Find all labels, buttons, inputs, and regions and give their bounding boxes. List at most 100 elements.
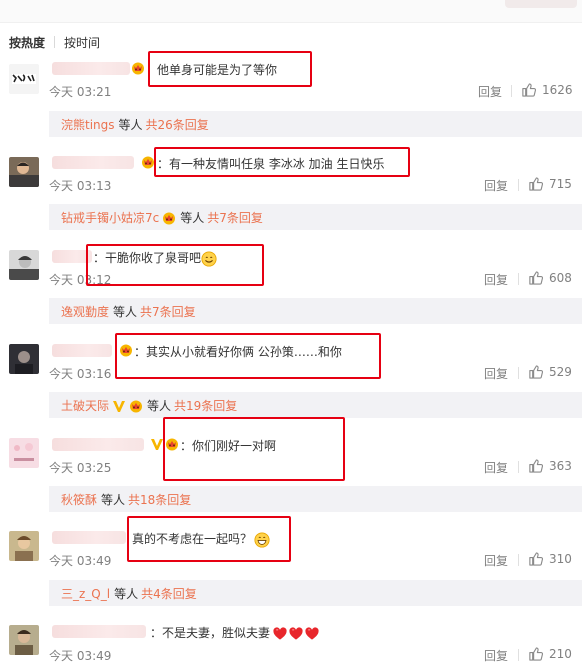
- replies-summary[interactable]: 三_z_Q_l 等人 共4条回复: [49, 580, 582, 606]
- replies-summary[interactable]: 逸观勤度 等人 共7条回复: [49, 298, 582, 324]
- avatar[interactable]: [9, 64, 39, 94]
- action-divider: [518, 461, 519, 473]
- reply-user-link[interactable]: 逸观勤度: [61, 303, 109, 320]
- avatar[interactable]: [9, 344, 39, 374]
- verified-v-icon: [150, 437, 164, 451]
- sort-tabs: 按热度 按时间: [9, 34, 100, 50]
- reply-button[interactable]: 回复: [484, 365, 508, 382]
- action-divider: [511, 85, 512, 97]
- reply-button[interactable]: 回复: [478, 83, 502, 100]
- reply-button[interactable]: 回复: [484, 271, 508, 288]
- reply-count-link[interactable]: 共4条回复: [141, 585, 197, 602]
- heart-emoji-icon: [272, 626, 288, 641]
- comment-time: 今天 03:25: [49, 461, 112, 475]
- comment-time: 今天 03:49: [49, 554, 112, 568]
- action-divider: [518, 179, 519, 191]
- comment-item: ：有一种友情叫任泉 李冰冰 加油 生日快乐 今天 03:13 回复 715: [0, 152, 582, 212]
- thumbs-up-icon[interactable]: [528, 270, 543, 285]
- reply-user-link[interactable]: 钻戒手镯小姑凉7c: [61, 209, 159, 226]
- heart-emoji-icon: [288, 626, 304, 641]
- reply-user-link[interactable]: 秋筱酥: [61, 491, 97, 508]
- username-blurred[interactable]: [52, 344, 112, 357]
- comment-item: ：不是夫妻，胜似夫妻 今天 03:49 回复 210: [0, 621, 582, 667]
- replies-summary[interactable]: 秋筱酥 等人 共18条回复: [49, 486, 582, 512]
- avatar[interactable]: [9, 438, 39, 468]
- like-count: 715: [549, 177, 572, 191]
- comment-text: ：不是夫妻，胜似夫妻: [150, 624, 320, 641]
- reply-count-link[interactable]: 共26条回复: [146, 116, 209, 133]
- replies-summary[interactable]: 浣熊tings 等人 共26条回复: [49, 111, 582, 137]
- grin-emoji-icon: [254, 532, 270, 548]
- heart-emoji-icon: [304, 626, 320, 641]
- replies-summary[interactable]: 土破天际 等人 共19条回复: [49, 392, 582, 418]
- sort-by-hot-tab[interactable]: 按热度: [9, 34, 45, 51]
- like-count: 608: [549, 271, 572, 285]
- reply-user-link[interactable]: 三_z_Q_l: [61, 585, 110, 602]
- avatar[interactable]: [9, 625, 39, 655]
- sort-by-time-tab[interactable]: 按时间: [64, 34, 100, 51]
- reply-others-label: 等人: [101, 493, 126, 507]
- thumbs-up-icon[interactable]: [528, 551, 543, 566]
- comment-time: 今天 03:49: [49, 649, 112, 663]
- reply-button[interactable]: 回复: [484, 552, 508, 569]
- comment-item: 真的不考虑在一起吗？ 今天 03:49 回复 310: [0, 527, 582, 587]
- thumbs-up-icon[interactable]: [528, 364, 543, 379]
- reply-count-link[interactable]: 共7条回复: [207, 209, 263, 226]
- replies-summary[interactable]: 钻戒手镯小姑凉7c 等人 共7条回复: [49, 204, 582, 230]
- thumbs-up-icon[interactable]: [528, 176, 543, 191]
- thumbs-up-icon[interactable]: [528, 458, 543, 473]
- username-blurred[interactable]: [52, 156, 134, 169]
- reply-others-label: 等人: [113, 305, 138, 319]
- smile-emoji-icon: [201, 251, 217, 267]
- action-divider: [518, 273, 519, 285]
- reply-button[interactable]: 回复: [484, 459, 508, 476]
- verified-v-icon: [112, 399, 126, 413]
- avatar[interactable]: [9, 157, 39, 187]
- reply-others-label: 等人: [114, 587, 139, 601]
- comment-item: ：其实从小就看好你俩 公孙策……和你 今天 03:16 回复 529: [0, 340, 582, 400]
- comment-text: ：干脆你收了泉哥吧: [93, 249, 217, 267]
- reply-count-link[interactable]: 共7条回复: [140, 303, 196, 320]
- thumbs-up-icon[interactable]: [528, 646, 543, 661]
- username-blurred[interactable]: [52, 438, 144, 451]
- comment-text: ：你们刚好一对啊: [180, 439, 277, 453]
- reply-others-label: 等人: [180, 211, 205, 225]
- like-count: 363: [549, 459, 572, 473]
- vip-crown-icon: [131, 61, 145, 75]
- like-count: 529: [549, 365, 572, 379]
- reply-user-link[interactable]: 浣熊tings: [61, 116, 115, 133]
- vip-crown-icon: [141, 155, 155, 169]
- comment-text-body: ：不是夫妻，胜似夫妻: [150, 626, 271, 640]
- like-count: 310: [549, 552, 572, 566]
- comment-text: 真的不考虑在一起吗？: [132, 530, 270, 548]
- top-pill: [505, 0, 577, 8]
- username-blurred[interactable]: [52, 625, 146, 638]
- vip-crown-icon: [162, 211, 176, 225]
- avatar[interactable]: [9, 250, 39, 280]
- vip-crown-icon: [119, 343, 133, 357]
- reply-button[interactable]: 回复: [484, 647, 508, 664]
- comment-item: ：干脆你收了泉哥吧 今天 03:12 回复 608: [0, 246, 582, 306]
- comment-item: ：你们刚好一对啊 今天 03:25 回复 363: [0, 434, 582, 494]
- action-divider: [518, 554, 519, 566]
- username-blurred[interactable]: [52, 62, 130, 75]
- reply-others-label: 等人: [118, 118, 143, 132]
- vip-crown-icon: [129, 399, 143, 413]
- comment-text: ：有一种友情叫任泉 李冰冰 加油 生日快乐: [157, 157, 385, 171]
- username-blurred[interactable]: [52, 531, 126, 544]
- action-divider: [518, 367, 519, 379]
- reply-count-link[interactable]: 共18条回复: [128, 491, 191, 508]
- top-strip: [0, 0, 582, 23]
- reply-user-link[interactable]: 土破天际: [61, 397, 109, 414]
- reply-button[interactable]: 回复: [484, 177, 508, 194]
- thumbs-up-icon[interactable]: [521, 82, 536, 97]
- comment-time: 今天 03:13: [49, 179, 112, 193]
- vip-crown-icon: [165, 437, 179, 451]
- comment-text: 他单身可能是为了等你: [157, 63, 278, 77]
- comment-text-body: 真的不考虑在一起吗？: [132, 532, 253, 546]
- reply-count-link[interactable]: 共19条回复: [174, 397, 237, 414]
- avatar[interactable]: [9, 531, 39, 561]
- comment-text: ：其实从小就看好你俩 公孙策……和你: [134, 345, 342, 359]
- username-blurred[interactable]: [52, 250, 92, 263]
- comment-text-body: ：干脆你收了泉哥吧: [93, 251, 202, 265]
